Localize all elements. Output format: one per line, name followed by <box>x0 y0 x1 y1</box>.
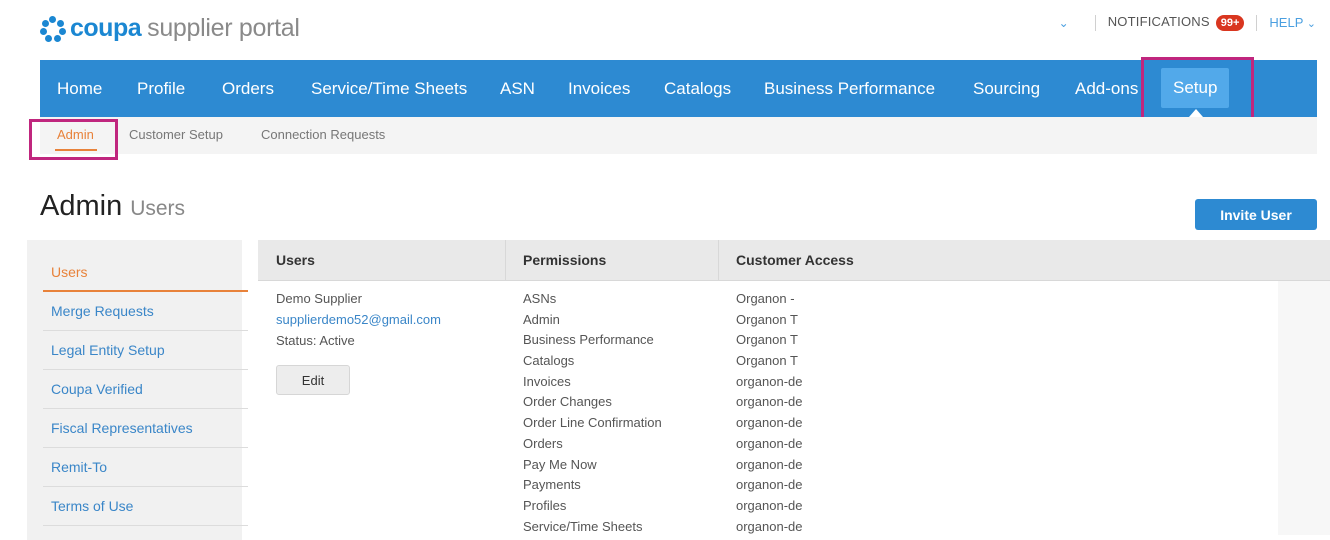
edit-user-button[interactable]: Edit <box>276 365 350 395</box>
help-label: HELP <box>1269 15 1304 30</box>
list-item: Profiles <box>523 497 567 513</box>
coupa-logo[interactable]: coupa supplier portal <box>40 14 300 43</box>
nav-business-performance[interactable]: Business Performance <box>764 60 935 117</box>
nav-orders[interactable]: Orders <box>222 60 274 117</box>
sidebar-item-merge-requests[interactable]: Merge Requests <box>51 303 154 319</box>
top-right-menu: ⌄ NOTIFICATIONS 99+ HELP ⌄ <box>1059 14 1316 31</box>
list-item: Orders <box>523 435 563 451</box>
list-item: Payments <box>523 477 581 493</box>
notifications-label: NOTIFICATIONS <box>1107 14 1210 29</box>
nav-service-time-sheets[interactable]: Service/Time Sheets <box>311 60 467 117</box>
nav-profile[interactable]: Profile <box>137 60 185 117</box>
sidebar-item-users[interactable]: Users <box>51 264 88 280</box>
logo-brand-text: coupa <box>70 14 142 42</box>
list-item: Invoices <box>523 373 571 389</box>
column-header-users: Users <box>276 252 315 268</box>
nav-home[interactable]: Home <box>57 60 102 117</box>
divider <box>43 486 248 487</box>
user-status: Status: Active <box>276 333 355 348</box>
permissions-list: ASNs Admin Business Performance Catalogs… <box>523 289 662 535</box>
divider <box>43 408 248 409</box>
table-row: Demo Supplier supplierdemo52@gmail.com S… <box>258 281 1278 535</box>
list-item: organon-de <box>736 456 803 472</box>
list-item: organon-de <box>736 373 803 389</box>
list-item: organon-de <box>736 415 803 431</box>
divider <box>43 369 248 370</box>
sidebar-item-legal-entity-setup[interactable]: Legal Entity Setup <box>51 342 165 358</box>
main-nav: Home Profile Orders Service/Time Sheets … <box>40 60 1317 117</box>
list-item: Business Performance <box>523 332 654 348</box>
subnav-connection-requests[interactable]: Connection Requests <box>261 127 385 142</box>
nav-asn[interactable]: ASN <box>500 60 535 117</box>
chevron-down-icon: ⌄ <box>1306 18 1316 30</box>
nav-catalogs[interactable]: Catalogs <box>664 60 731 117</box>
sidebar-item-remit-to[interactable]: Remit-To <box>51 459 107 475</box>
list-item: Catalogs <box>523 353 575 369</box>
sidebar-item-fiscal-representatives[interactable]: Fiscal Representatives <box>51 420 193 436</box>
page-title: Admin Users <box>40 190 185 223</box>
list-item: ASNs <box>523 291 557 306</box>
user-name: Demo Supplier <box>276 291 362 306</box>
list-item: organon-de <box>736 435 803 451</box>
highlight-box-admin <box>29 119 118 160</box>
list-item: organon-de <box>736 477 803 493</box>
table-header: Users Permissions Customer Access <box>258 240 1330 281</box>
divider <box>1094 14 1096 31</box>
column-header-customer-access: Customer Access <box>736 252 854 268</box>
list-item: Organon T <box>736 332 798 348</box>
nav-add-ons[interactable]: Add-ons <box>1075 60 1138 117</box>
active-sidebar-underline <box>43 290 248 292</box>
list-item: Admin <box>523 311 560 327</box>
list-item: Pay Me Now <box>523 456 597 472</box>
user-email-link[interactable]: supplierdemo52@gmail.com <box>276 312 441 327</box>
list-item: organon-de <box>736 394 803 410</box>
column-divider <box>505 240 506 280</box>
divider <box>43 447 248 448</box>
list-item: Organon - <box>736 291 795 306</box>
coupa-logo-icon <box>40 15 66 42</box>
divider <box>43 525 248 526</box>
users-table: Users Permissions Customer Access Demo S… <box>258 240 1330 535</box>
subnav-customer-setup[interactable]: Customer Setup <box>129 127 223 142</box>
admin-sidebar: Users Merge Requests Legal Entity Setup … <box>27 240 248 540</box>
list-item: organon-de <box>736 518 803 534</box>
sidebar-item-coupa-verified[interactable]: Coupa Verified <box>51 381 143 397</box>
list-item: Order Changes <box>523 394 612 410</box>
list-item: Order Line Confirmation <box>523 415 662 431</box>
column-divider <box>718 240 719 280</box>
page-subtitle: Users <box>130 197 186 220</box>
divider <box>1256 14 1258 31</box>
list-item: Service/Time Sheets <box>523 518 643 534</box>
sidebar-item-terms-of-use[interactable]: Terms of Use <box>51 498 133 514</box>
top-bar: coupa supplier portal ⌄ NOTIFICATIONS 99+… <box>0 0 1330 60</box>
divider <box>43 330 248 331</box>
list-item: Organon T <box>736 353 798 369</box>
chevron-down-icon[interactable]: ⌄ <box>1059 16 1069 30</box>
highlight-box-setup <box>1141 57 1254 125</box>
column-header-permissions: Permissions <box>523 252 607 268</box>
nav-invoices[interactable]: Invoices <box>568 60 630 117</box>
nav-sourcing[interactable]: Sourcing <box>973 60 1040 117</box>
list-item: organon-de <box>736 497 803 513</box>
invite-user-button[interactable]: Invite User <box>1195 199 1317 230</box>
sub-nav: Admin Customer Setup Connection Requests <box>40 117 1317 154</box>
customer-access-list: Organon - Organon T Organon T Organon T … <box>736 289 808 535</box>
notifications-badge: 99+ <box>1215 15 1245 31</box>
page-title-main: Admin <box>40 190 123 222</box>
logo-suffix-text: supplier portal <box>147 14 300 42</box>
help-menu[interactable]: HELP ⌄ <box>1269 15 1316 30</box>
list-item: Organon T <box>736 311 798 327</box>
notifications-link[interactable]: NOTIFICATIONS 99+ <box>1108 14 1245 31</box>
